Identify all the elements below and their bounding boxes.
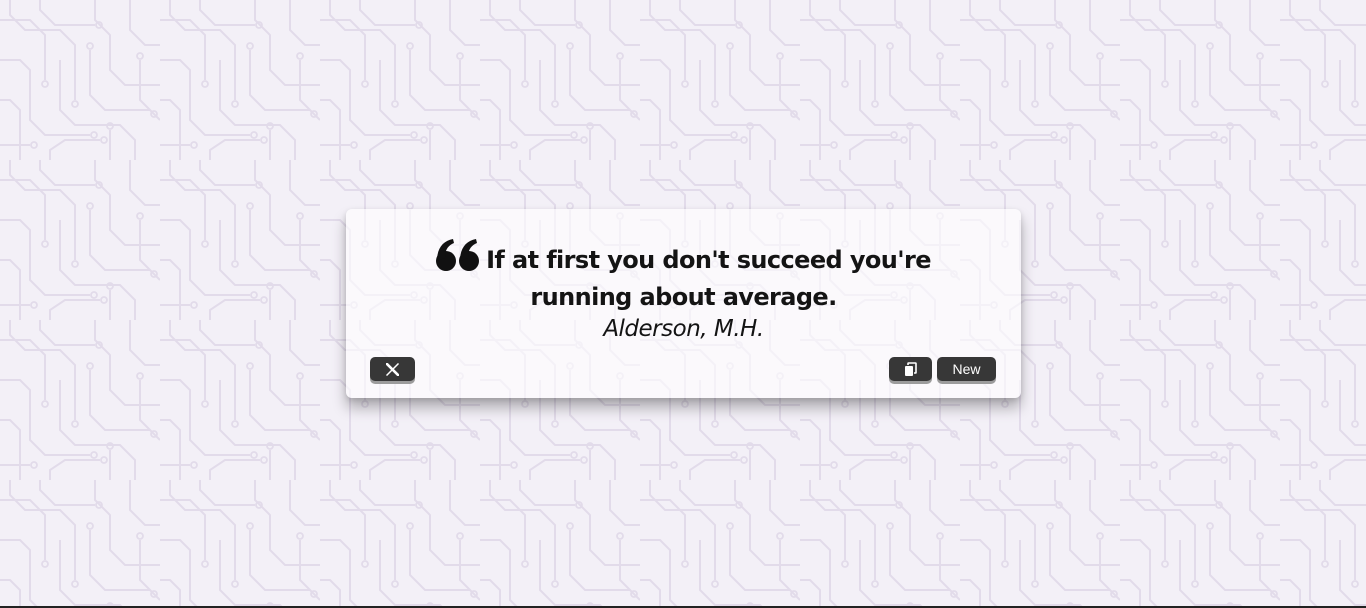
quote-mark-icon — [436, 238, 480, 272]
quote-author: Alderson, M.H. — [603, 316, 764, 342]
quote-text: If at first you don't succeed you're run… — [486, 246, 931, 311]
new-quote-button[interactable]: New — [937, 357, 996, 381]
x-logo-icon — [386, 362, 399, 376]
quote-card: If at first you don't succeed you're run… — [346, 209, 1021, 398]
copy-button[interactable] — [889, 357, 932, 381]
tweet-button[interactable] — [370, 357, 415, 381]
quote-text-container: If at first you don't succeed you're run… — [386, 238, 981, 316]
copy-icon — [905, 361, 917, 376]
